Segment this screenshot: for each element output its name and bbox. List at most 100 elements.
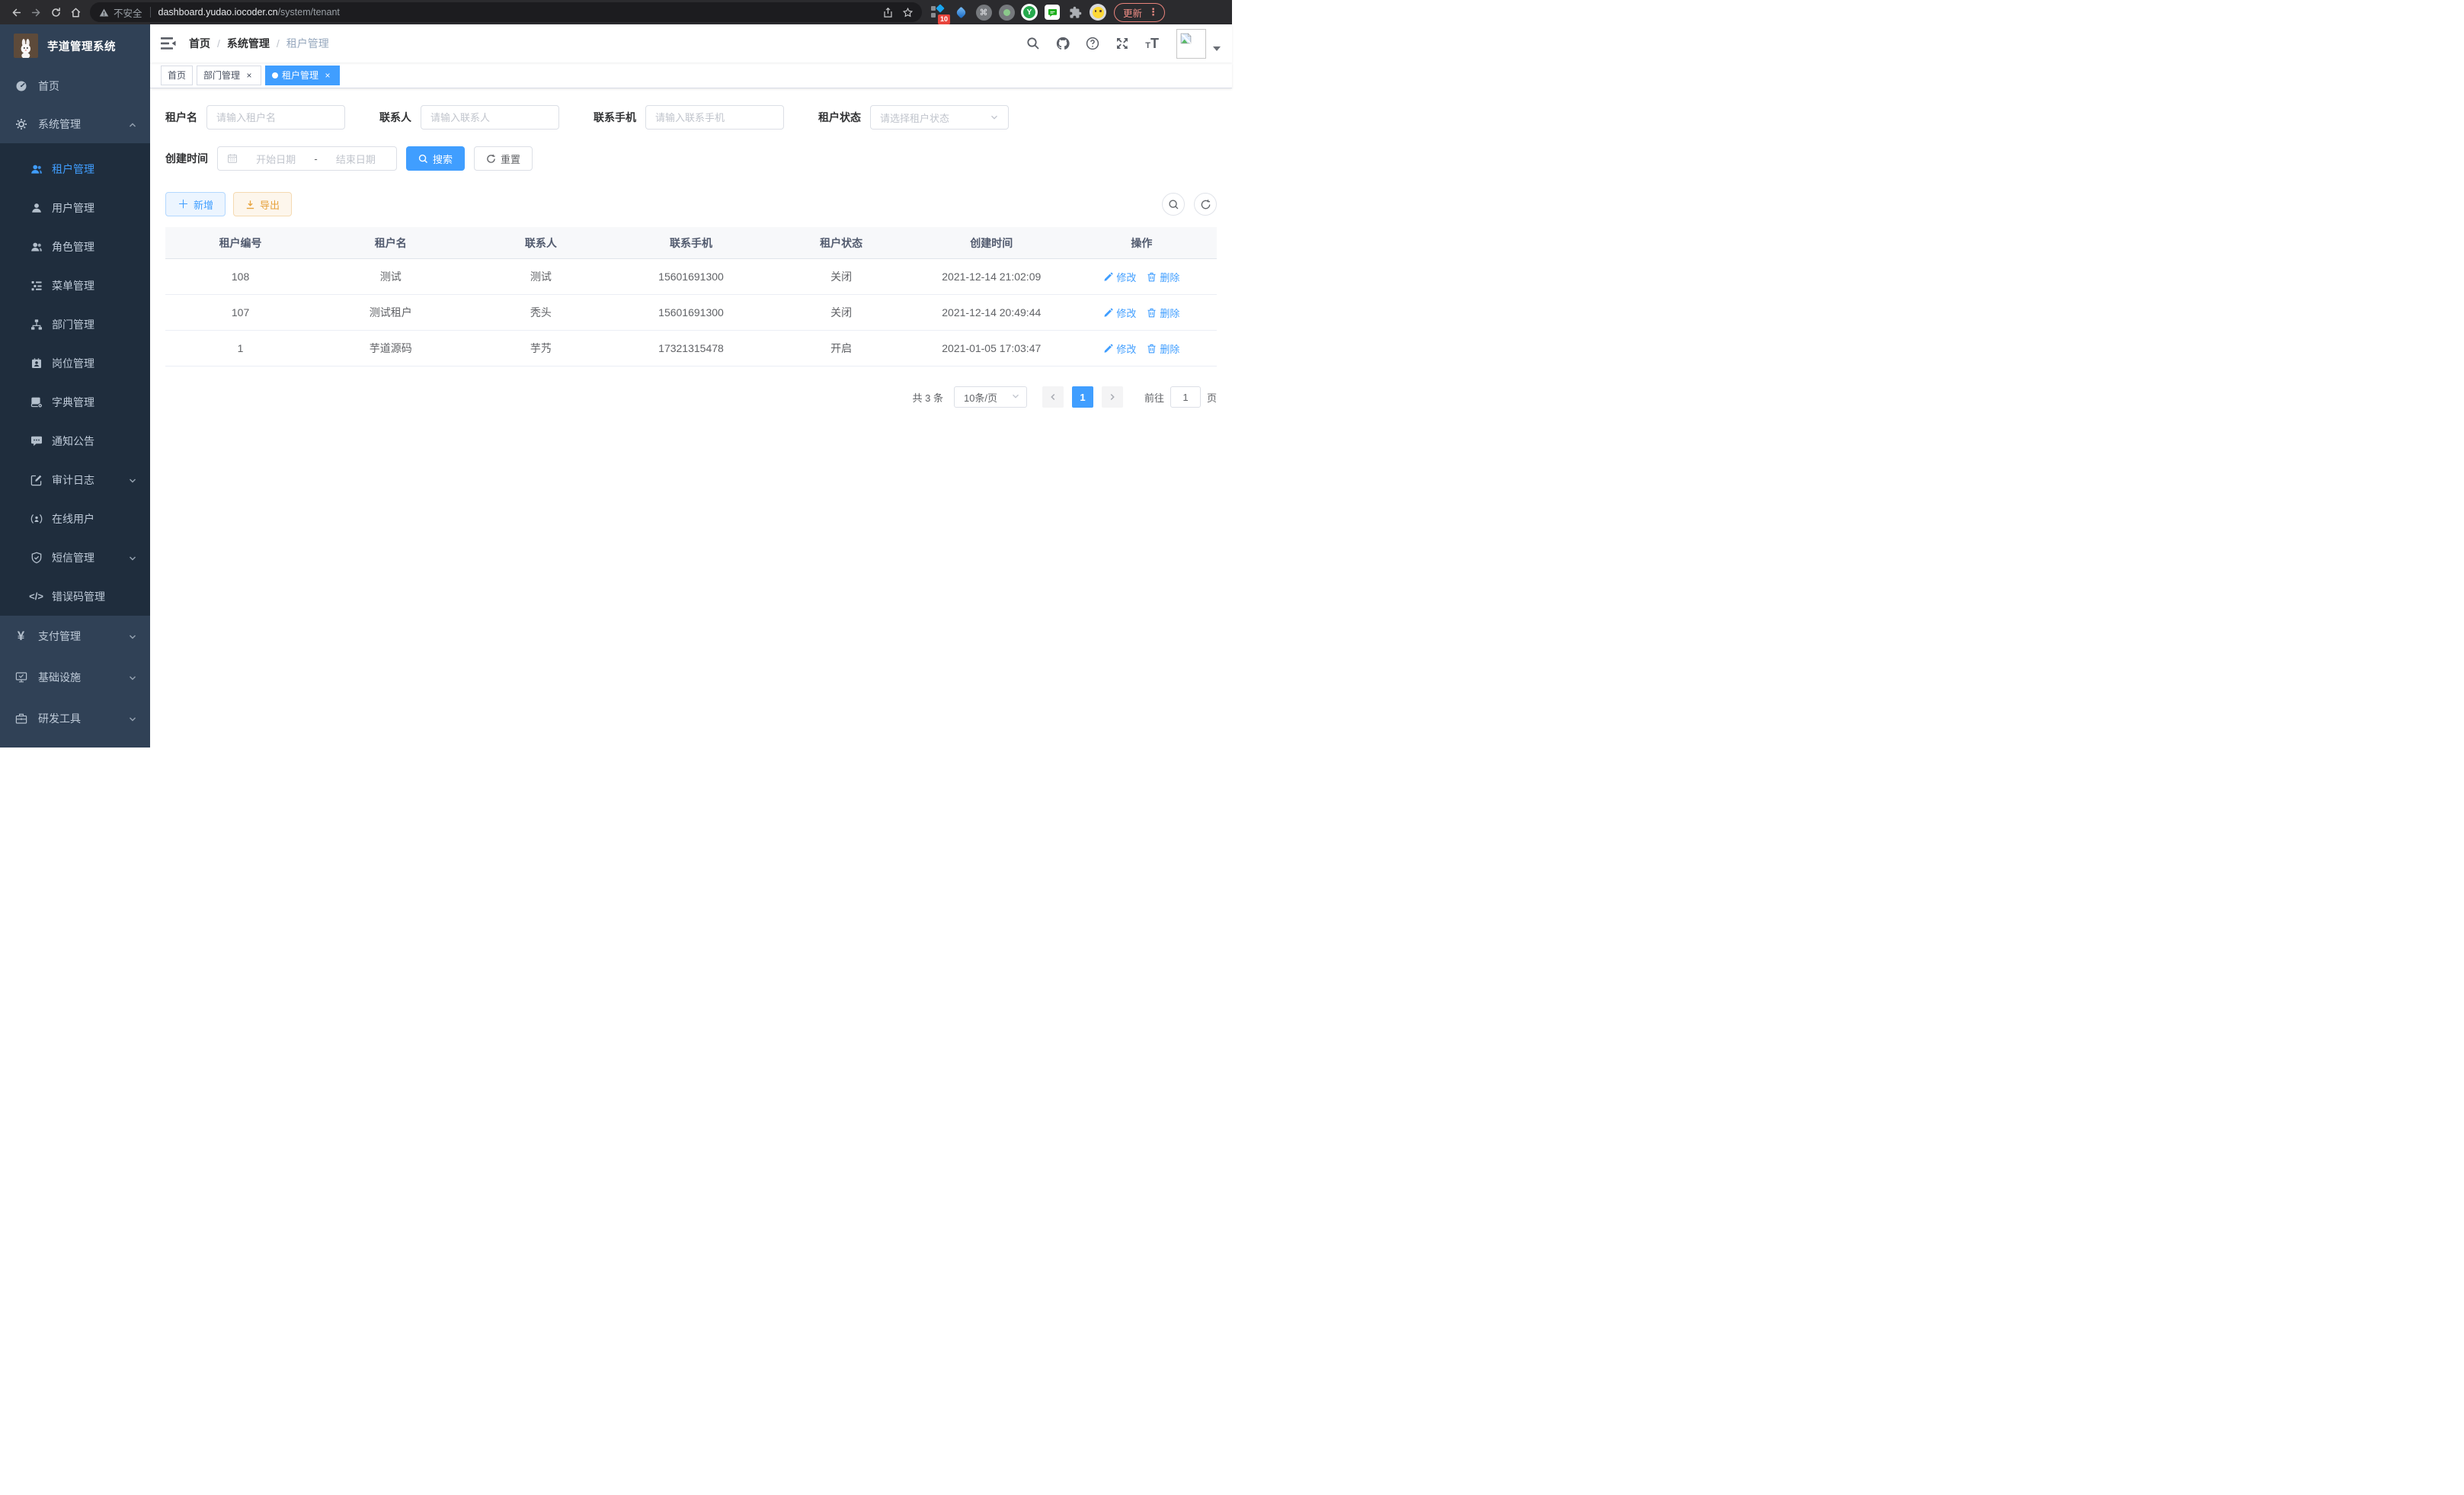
- hamburger-icon[interactable]: [161, 37, 177, 50]
- sidebar-item-sms[interactable]: 短信管理: [0, 538, 150, 577]
- date-range-picker[interactable]: 开始日期 - 结束日期: [217, 146, 397, 171]
- next-page-button[interactable]: [1102, 386, 1123, 408]
- monitor-icon: [14, 671, 27, 684]
- page-1-button[interactable]: 1: [1072, 386, 1093, 408]
- browser-back-button[interactable]: [6, 2, 26, 22]
- extension-command-icon[interactable]: ⌘: [974, 3, 993, 21]
- browser-home-button[interactable]: [66, 2, 85, 22]
- sidebar-item-user[interactable]: 用户管理: [0, 188, 150, 227]
- font-size-button[interactable]: TT: [1145, 37, 1159, 50]
- edit-button[interactable]: 修改: [1103, 270, 1136, 284]
- edit-button[interactable]: 修改: [1103, 341, 1136, 356]
- pen-icon: [1103, 308, 1113, 318]
- export-button[interactable]: 导出: [233, 192, 292, 216]
- extension-puzzle-icon[interactable]: [1066, 3, 1084, 21]
- close-icon[interactable]: ×: [322, 70, 333, 81]
- sidebar-item-pay[interactable]: ¥支付管理: [0, 616, 150, 657]
- tenant-name-input[interactable]: [216, 112, 335, 123]
- sidebar-item-dict[interactable]: 字典管理: [0, 383, 150, 421]
- delete-button[interactable]: 删除: [1147, 270, 1179, 284]
- user-avatar[interactable]: [1176, 29, 1206, 59]
- page-size-select[interactable]: 10条/页: [954, 386, 1027, 408]
- sidebar-item-infra[interactable]: 基础设施: [0, 657, 150, 698]
- users-icon: [30, 162, 43, 175]
- share-icon: [882, 7, 894, 18]
- sidebar-item-error-code[interactable]: </>错误码管理: [0, 577, 150, 616]
- github-button[interactable]: [1056, 37, 1070, 50]
- sidebar-item-system[interactable]: 系统管理: [0, 105, 150, 143]
- sidebar-item-tenant[interactable]: 租户管理: [0, 149, 150, 188]
- breadcrumb-home[interactable]: 首页: [189, 36, 210, 51]
- search-button[interactable]: 搜索: [406, 146, 465, 171]
- reset-button[interactable]: 重置: [474, 146, 533, 171]
- browser-bookmark-button[interactable]: [898, 2, 917, 22]
- sidebar-item-audit-log[interactable]: 审计日志: [0, 460, 150, 499]
- tab-label: 首页: [168, 69, 186, 82]
- cell-contact: 秃头: [466, 295, 616, 330]
- extension-y-icon[interactable]: Y: [1020, 3, 1038, 21]
- avatar-dropdown-caret-icon[interactable]: [1213, 46, 1221, 51]
- browser-share-button[interactable]: [878, 2, 898, 22]
- delete-button[interactable]: 删除: [1147, 306, 1179, 320]
- sidebar-submenu: 租户管理用户管理角色管理菜单管理部门管理岗位管理字典管理通知公告审计日志在线用户…: [0, 143, 150, 616]
- browser-forward-button[interactable]: [26, 2, 46, 22]
- sidebar-item-label: 在线用户: [52, 511, 94, 527]
- sidebar-item-dev-tool[interactable]: 研发工具: [0, 698, 150, 739]
- prev-page-button[interactable]: [1042, 386, 1064, 408]
- tab-首页[interactable]: 首页: [161, 66, 193, 85]
- mobile-input[interactable]: [655, 112, 774, 123]
- edit-button[interactable]: 修改: [1103, 306, 1136, 320]
- url-path[interactable]: /system/tenant: [278, 7, 340, 18]
- cell-actions: 修改删除: [1067, 259, 1217, 294]
- column-header: 创建时间: [917, 235, 1067, 251]
- puzzle-glyph-icon: [1069, 6, 1082, 19]
- delete-button[interactable]: 删除: [1147, 341, 1179, 356]
- extension-tampermonkey-icon[interactable]: 10: [929, 3, 947, 21]
- breadcrumb-system[interactable]: 系统管理: [227, 36, 270, 51]
- total-count: 共 3 条: [913, 390, 943, 405]
- refresh-icon: [1200, 199, 1211, 210]
- goto-page-input[interactable]: [1170, 386, 1201, 408]
- show-search-toggle-button[interactable]: [1162, 193, 1185, 216]
- browser-menu-icon[interactable]: ⋮: [1146, 6, 1160, 18]
- close-icon[interactable]: ×: [244, 70, 254, 81]
- cell-id: 1: [165, 331, 315, 366]
- security-label[interactable]: 不安全: [114, 5, 142, 20]
- sidebar-item-post[interactable]: 岗位管理: [0, 344, 150, 383]
- tool-icon: [14, 712, 27, 725]
- sidebar-item-role[interactable]: 角色管理: [0, 227, 150, 266]
- header-search-button[interactable]: [1026, 37, 1040, 50]
- url-host[interactable]: dashboard.yudao.iocoder.cn: [158, 7, 278, 18]
- sidebar-item-dept[interactable]: 部门管理: [0, 305, 150, 344]
- extension-chat-icon[interactable]: [1043, 3, 1061, 21]
- chevron-down-icon: [128, 475, 137, 485]
- address-bar[interactable]: 不安全 dashboard.yudao.iocoder.cn/system/te…: [90, 2, 922, 22]
- sidebar-item-notice[interactable]: 通知公告: [0, 421, 150, 460]
- sidebar-item-online-user[interactable]: 在线用户: [0, 499, 150, 538]
- sidebar-item-label: 菜单管理: [52, 278, 94, 293]
- sidebar-item-menu[interactable]: 菜单管理: [0, 266, 150, 305]
- help-button[interactable]: [1086, 37, 1099, 50]
- column-header: 联系手机: [616, 235, 766, 251]
- status-select[interactable]: 请选择租户状态: [870, 105, 1009, 130]
- extension-gem-icon[interactable]: [952, 3, 970, 21]
- browser-update-button[interactable]: 更新 ⋮: [1114, 3, 1165, 22]
- divider: [150, 7, 151, 18]
- cell-status: 关闭: [766, 259, 917, 294]
- app-logo[interactable]: 芋道管理系统: [0, 24, 150, 67]
- tab-租户管理[interactable]: 租户管理×: [265, 66, 340, 85]
- sidebar-item-home[interactable]: 首页: [0, 67, 150, 105]
- refresh-table-button[interactable]: [1194, 193, 1217, 216]
- contact-input-box: [421, 105, 559, 130]
- extension-recorder-icon[interactable]: [997, 3, 1016, 21]
- extension-emoji-icon[interactable]: [1089, 3, 1107, 21]
- fullscreen-icon: [1115, 37, 1129, 50]
- fullscreen-button[interactable]: [1115, 37, 1129, 50]
- column-header: 租户状态: [766, 235, 917, 251]
- contact-input[interactable]: [430, 112, 549, 123]
- tab-部门管理[interactable]: 部门管理×: [197, 66, 261, 85]
- pen-icon: [1103, 272, 1113, 282]
- add-button[interactable]: ＋ 新增: [165, 192, 226, 216]
- browser-reload-button[interactable]: [46, 2, 66, 22]
- rabbit-logo-icon: [16, 38, 36, 58]
